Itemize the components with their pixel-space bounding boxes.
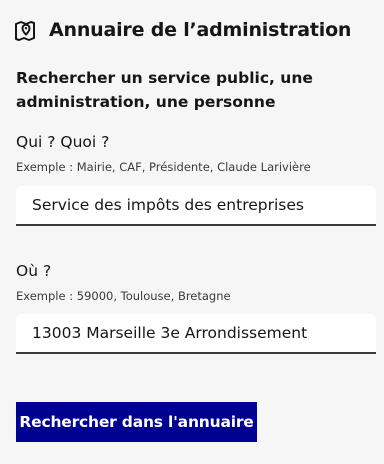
- where-input[interactable]: [16, 314, 376, 352]
- what-input[interactable]: [16, 186, 376, 224]
- where-field[interactable]: [16, 314, 376, 354]
- search-directory-button[interactable]: Rechercher dans l'annuaire: [16, 402, 257, 442]
- what-label: Qui ? Quoi ?: [16, 133, 110, 151]
- what-field[interactable]: [16, 186, 376, 226]
- directory-header: Annuaire de l’administration: [14, 16, 351, 44]
- where-hint: Exemple : 59000, Toulouse, Bretagne: [16, 289, 231, 303]
- where-label: Où ?: [16, 262, 52, 280]
- map-pin-icon: [14, 19, 36, 41]
- what-hint: Exemple : Mairie, CAF, Présidente, Claud…: [16, 160, 311, 174]
- directory-title: Annuaire de l’administration: [49, 19, 352, 41]
- search-heading: Rechercher un service public, une admini…: [16, 69, 313, 111]
